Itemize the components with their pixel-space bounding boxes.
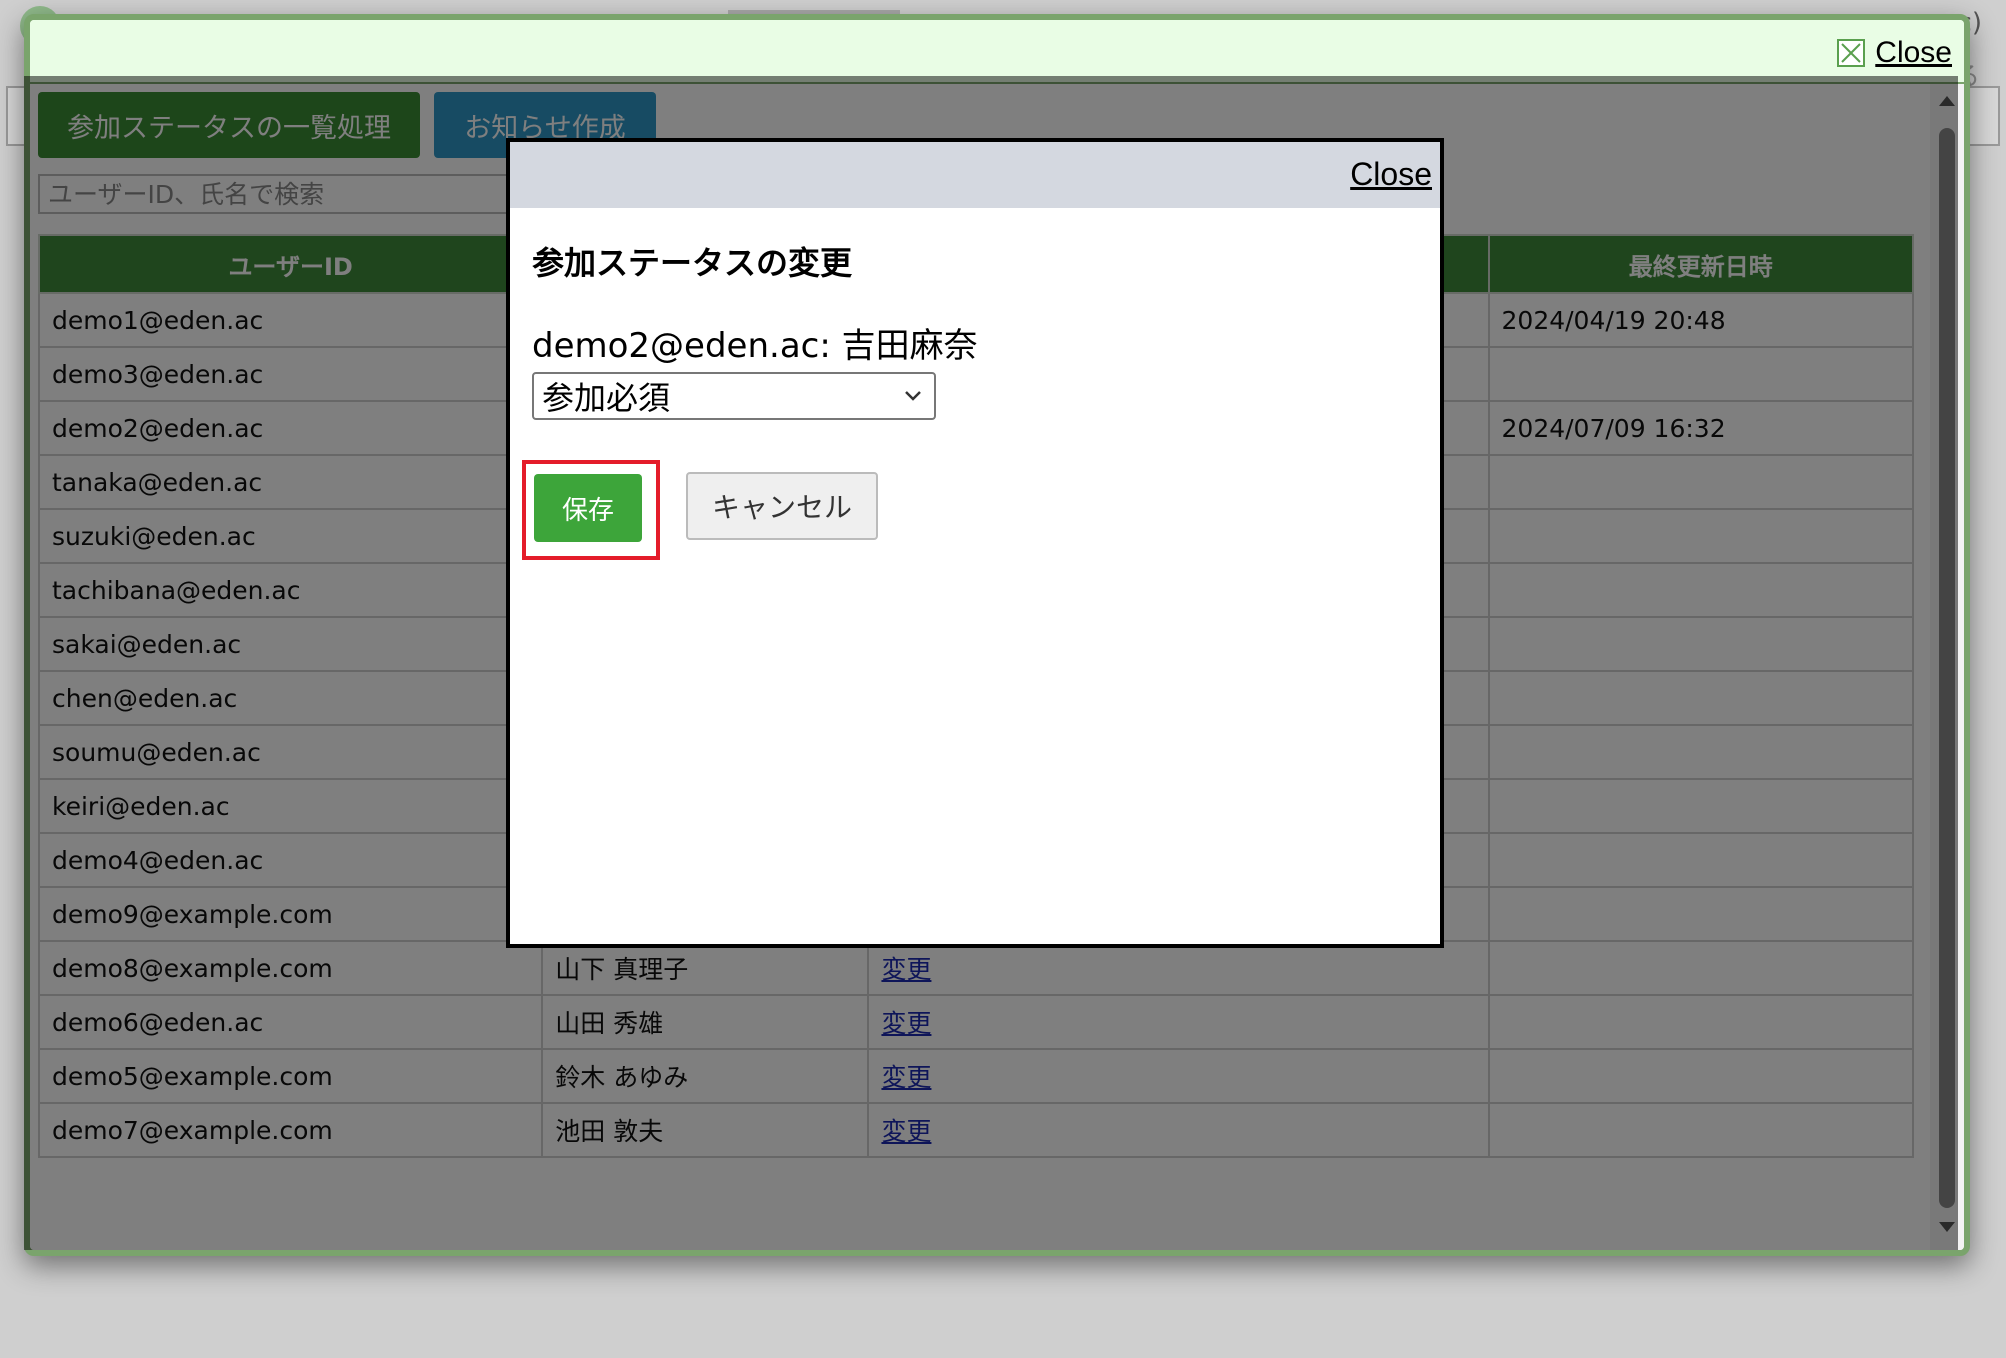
cell-last-updated [1487,832,1915,888]
cell-last-updated-text: 2024/04/19 20:48 [1501,305,1726,335]
cell-last-updated [1487,994,1915,1050]
cell-last-updated [1487,562,1915,618]
cell-user-id-text: demo3@eden.ac [52,359,264,389]
cell-name-text: 鈴木 あゆみ [555,1063,689,1092]
cell-last-updated [1487,508,1915,564]
cell-last-updated [1487,616,1915,672]
modal-close-label[interactable]: Close [1875,36,1952,70]
cell-user-id: soumu@eden.ac [37,724,544,780]
cell-last-updated [1487,454,1915,510]
cell-user-id: tanaka@eden.ac [37,454,544,510]
cell-user-id-text: demo7@example.com [52,1115,333,1145]
change-link[interactable]: 変更 [881,1009,931,1038]
cell-user-id: demo9@example.com [37,886,544,942]
cell-user-id: demo5@example.com [37,1048,544,1104]
cell-last-updated [1487,346,1915,402]
scroll-up-arrow-icon[interactable] [1939,96,1955,106]
header-user-id[interactable]: ユーザーID [37,234,544,294]
cell-user-id: sakai@eden.ac [37,616,544,672]
status-select-value: 参加必須 [542,379,671,417]
dialog-user-line: demo2@eden.ac: 吉田麻奈 [532,326,978,366]
change-link[interactable]: 変更 [881,955,931,984]
cell-name: 山田 秀雄 [541,994,870,1050]
cell-last-updated [1487,670,1915,726]
cell-last-updated-text: 2024/07/09 16:32 [1501,413,1726,443]
save-button[interactable]: 保存 [534,474,642,542]
cell-change: 変更 [867,1102,1490,1158]
cell-user-id-text: demo2@eden.ac [52,413,264,443]
background-box-right [1966,86,2000,146]
change-link[interactable]: 変更 [881,1117,931,1146]
cell-user-id: demo7@example.com [37,1102,544,1158]
close-icon [1837,39,1866,67]
cell-change: 変更 [867,994,1490,1050]
cell-user-id: demo2@eden.ac [37,400,544,456]
table-row: demo6@eden.ac 山田 秀雄 変更 [37,994,1915,1050]
cell-last-updated [1487,1102,1915,1158]
scroll-down-arrow-icon[interactable] [1939,1222,1955,1232]
cell-user-id: demo6@eden.ac [37,994,544,1050]
cell-last-updated [1487,1048,1915,1104]
modal-header: Close [30,20,1964,84]
cell-user-id: demo1@eden.ac [37,292,544,348]
cell-user-id-text: demo9@example.com [52,899,333,929]
dialog-title: 参加ステータスの変更 [532,244,853,282]
cell-user-id: tachibana@eden.ac [37,562,544,618]
vertical-scrollbar[interactable] [1930,84,1964,1250]
cell-user-id-text: suzuki@eden.ac [52,521,256,551]
cell-user-id-text: sakai@eden.ac [52,629,242,659]
scroll-thumb[interactable] [1939,128,1955,1208]
cell-name-text: 山田 秀雄 [555,1009,664,1038]
cell-change: 変更 [867,940,1490,996]
cell-user-id: demo4@eden.ac [37,832,544,888]
table-row: demo5@example.com 鈴木 あゆみ 変更 [37,1048,1915,1104]
cell-user-id-text: demo8@example.com [52,953,333,983]
cell-last-updated [1487,778,1915,834]
status-change-dialog: Close 参加ステータスの変更 demo2@eden.ac: 吉田麻奈 参加必… [506,138,1444,948]
modal-close-button[interactable]: Close [1837,36,1952,70]
cell-user-id-text: demo6@eden.ac [52,1007,264,1037]
chevron-down-icon [905,391,921,401]
cell-last-updated: 2024/07/09 16:32 [1487,400,1915,456]
cell-name: 山下 真理子 [541,940,870,996]
bulk-status-button[interactable]: 参加ステータスの一覧処理 [38,92,420,158]
cell-user-id-text: demo4@eden.ac [52,845,264,875]
cell-user-id: demo3@eden.ac [37,346,544,402]
cell-name: 池田 敦夫 [541,1102,870,1158]
table-row: demo7@example.com 池田 敦夫 変更 [37,1102,1915,1158]
cell-last-updated: 2024/04/19 20:48 [1487,292,1915,348]
cell-user-id: keiri@eden.ac [37,778,544,834]
dialog-close-button[interactable]: Close [1350,156,1432,193]
status-select[interactable]: 参加必須 [532,372,936,420]
cell-last-updated [1487,886,1915,942]
header-last-updated[interactable]: 最終更新日時 [1487,234,1915,294]
cell-user-id-text: demo5@example.com [52,1061,333,1091]
cell-last-updated [1487,724,1915,780]
change-link[interactable]: 変更 [881,1063,931,1092]
cell-user-id: suzuki@eden.ac [37,508,544,564]
cell-name-text: 池田 敦夫 [555,1117,664,1146]
cell-user-id: demo8@example.com [37,940,544,996]
cell-last-updated [1487,940,1915,996]
dialog-header: Close [510,142,1440,208]
cell-user-id-text: chen@eden.ac [52,683,238,713]
table-row: demo8@example.com 山下 真理子 変更 [37,940,1915,996]
cell-user-id-text: keiri@eden.ac [52,791,230,821]
cell-user-id-text: soumu@eden.ac [52,737,261,767]
cell-user-id: chen@eden.ac [37,670,544,726]
cell-name-text: 山下 真理子 [555,955,689,984]
cell-user-id-text: demo1@eden.ac [52,305,264,335]
cell-user-id-text: tanaka@eden.ac [52,467,263,497]
cell-name: 鈴木 あゆみ [541,1048,870,1104]
cancel-button[interactable]: キャンセル [686,472,878,540]
cell-change: 変更 [867,1048,1490,1104]
cell-user-id-text: tachibana@eden.ac [52,575,301,605]
